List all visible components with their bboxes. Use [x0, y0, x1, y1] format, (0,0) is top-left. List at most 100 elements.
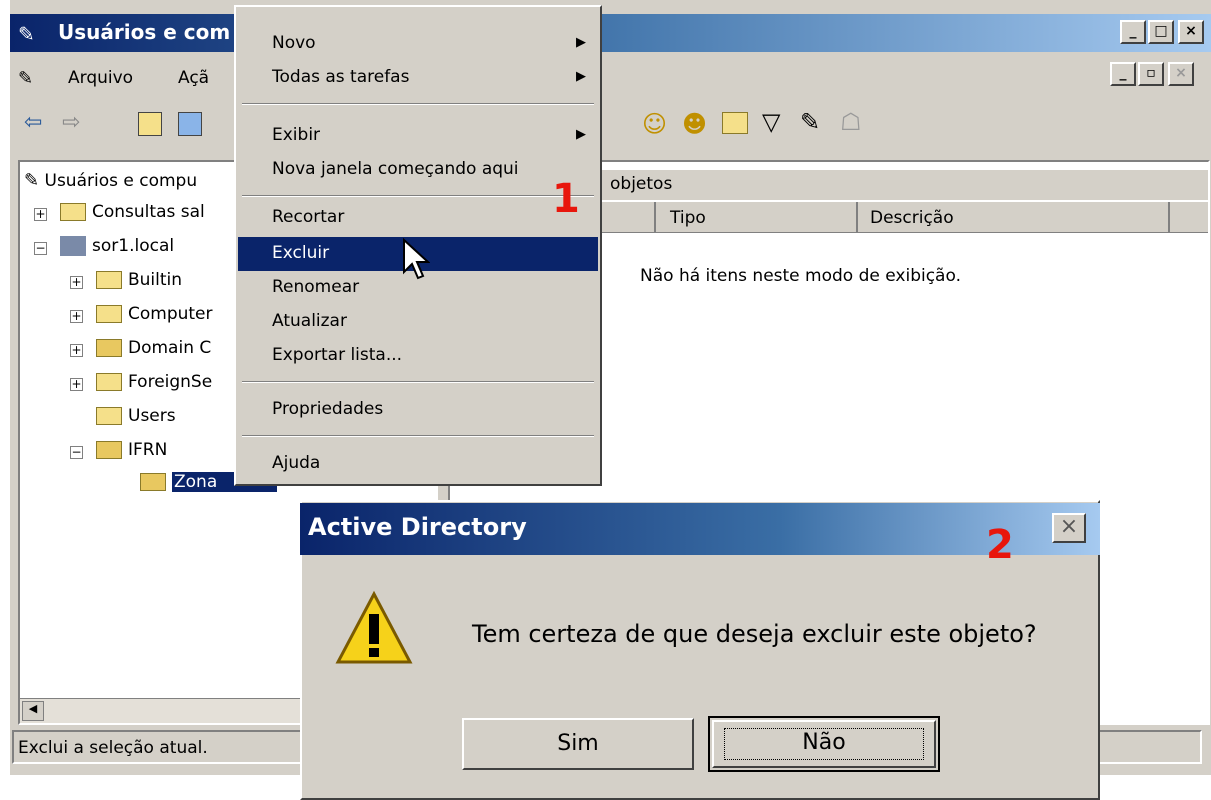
yes-button[interactable]: Sim	[462, 718, 694, 770]
folder-icon	[96, 407, 122, 425]
tree-label: Users	[128, 406, 176, 426]
minimize-button[interactable]: _	[1120, 20, 1146, 44]
tree-label: Domain C	[128, 338, 212, 358]
menu-label: Nova janela começando aqui	[272, 159, 519, 179]
warning-icon	[334, 590, 414, 671]
menu-label: Excluir	[272, 243, 330, 263]
folder-icon	[96, 305, 122, 323]
tree-label: Builtin	[128, 270, 183, 290]
expand-icon[interactable]: +	[70, 344, 83, 357]
toolbar: ⇦ ⇨ ☺ ☻ ▽ ✎ ☖	[10, 100, 1211, 150]
tree-item-computers[interactable]: Computer	[96, 304, 213, 324]
status-text: Exclui a seleção atual.	[18, 738, 208, 758]
tree-item-users[interactable]: Users	[96, 406, 176, 426]
menu-item-exibir[interactable]: Exibir ▶	[238, 119, 598, 153]
tree-root-label: Usuários e compu	[44, 171, 198, 191]
tree-item-domain-controllers[interactable]: Domain C	[96, 338, 211, 358]
menu-label: Novo	[272, 33, 316, 53]
scroll-left-arrow[interactable]: ◀	[22, 701, 44, 721]
menu-label: Atualizar	[272, 311, 347, 331]
ou-folder-icon	[96, 441, 122, 459]
new-user-icon[interactable]: ☺	[642, 110, 667, 138]
step-1-annotation: 1	[552, 176, 580, 222]
show-tree-icon[interactable]	[178, 112, 202, 136]
menu-separator	[242, 435, 594, 437]
menu-label: Ajuda	[272, 453, 321, 473]
menu-item-exportar[interactable]: Exportar lista...	[238, 339, 598, 373]
menu-separator	[242, 103, 594, 105]
dialog-close-button[interactable]: ×	[1052, 513, 1086, 543]
tree-label: Computer	[128, 304, 213, 324]
expand-icon[interactable]: +	[70, 276, 83, 289]
collapse-icon[interactable]: −	[34, 242, 47, 255]
menu-label: Renomear	[272, 277, 360, 297]
tree-item-consultas[interactable]: Consultas sal	[60, 202, 205, 222]
child-restore-button[interactable]: ▫	[1138, 62, 1164, 86]
folder-icon	[96, 373, 122, 391]
filter-icon[interactable]: ▽	[762, 108, 780, 136]
tree-item-foreign[interactable]: ForeignSe	[96, 372, 212, 392]
folder-icon	[60, 203, 86, 221]
menu-arquivo[interactable]: Arquivo	[68, 68, 133, 88]
menu-item-recortar[interactable]: Recortar	[238, 201, 598, 235]
dialog-title: Active Directory	[308, 513, 527, 541]
maximize-button[interactable]: □	[1148, 20, 1174, 44]
menu-label: Recortar	[272, 207, 345, 227]
tree-item-builtin[interactable]: Builtin	[96, 270, 182, 290]
menu-acao[interactable]: Açã	[178, 68, 209, 88]
app-icon: ✎	[18, 22, 35, 46]
menu-label: Propriedades	[272, 399, 384, 419]
tree-item-domain[interactable]: sor1.local	[60, 236, 174, 256]
new-group-icon[interactable]: ☻	[682, 110, 707, 138]
domain-icon	[60, 236, 86, 256]
tree-label: IFRN	[128, 440, 168, 460]
menubar: ✎ Arquivo Açã _ ▫ ×	[10, 56, 1211, 96]
close-icon: ×	[1059, 514, 1079, 539]
submenu-arrow-icon: ▶	[576, 127, 586, 142]
ou-folder-icon	[96, 339, 122, 357]
expand-icon[interactable]: +	[34, 208, 47, 221]
expand-icon[interactable]: +	[70, 378, 83, 391]
snapin-icon: ✎	[24, 170, 40, 191]
submenu-arrow-icon: ▶	[576, 35, 586, 50]
tree-label: sor1.local	[92, 236, 175, 256]
submenu-arrow-icon: ▶	[576, 69, 586, 84]
tree-item-ifrn[interactable]: IFRN	[96, 440, 167, 460]
close-button[interactable]: ×	[1178, 20, 1204, 44]
pane-header-text: objetos	[610, 174, 673, 194]
dialog-titlebar[interactable]: Active Directory ×	[300, 503, 1100, 555]
column-label: Tipo	[670, 208, 706, 228]
collapse-icon[interactable]: −	[70, 446, 83, 459]
column-label: Descrição	[870, 208, 954, 228]
menu-item-propriedades[interactable]: Propriedades	[238, 393, 598, 427]
ou-folder-icon	[140, 473, 166, 491]
find-icon[interactable]: ✎	[800, 108, 820, 136]
dialog-message: Tem certeza de que deseja excluir este o…	[472, 620, 1037, 648]
menu-item-nova-janela[interactable]: Nova janela começando aqui	[238, 153, 598, 187]
menu-item-todas-tarefas[interactable]: Todas as tarefas ▶	[238, 61, 598, 95]
menu-item-ajuda[interactable]: Ajuda	[238, 447, 598, 481]
menu-label: Todas as tarefas	[272, 67, 410, 87]
column-header-descricao[interactable]: Descrição	[858, 202, 1170, 232]
window-titlebar[interactable]: ✎ Usuários e com _ □ ×	[10, 14, 1211, 52]
menu-icon: ✎	[18, 68, 34, 89]
expand-icon[interactable]: +	[70, 310, 83, 323]
column-header-tipo[interactable]: Tipo	[656, 202, 858, 232]
empty-list-message: Não há itens neste modo de exibição.	[640, 266, 961, 286]
tree-root[interactable]: ✎ Usuários e compu	[24, 170, 197, 191]
forward-icon[interactable]: ⇨	[62, 110, 80, 135]
child-minimize-button[interactable]: _	[1110, 62, 1136, 86]
child-close-button[interactable]: ×	[1168, 62, 1194, 86]
no-button[interactable]: Não	[708, 716, 940, 772]
back-icon[interactable]: ⇦	[24, 110, 42, 135]
menu-separator	[242, 381, 594, 383]
up-folder-icon[interactable]	[138, 112, 162, 136]
new-ou-icon[interactable]	[722, 112, 748, 134]
no-button-label: Não	[802, 730, 846, 755]
menu-item-novo[interactable]: Novo ▶	[238, 27, 598, 61]
menu-item-atualizar[interactable]: Atualizar	[238, 305, 598, 339]
tree-label: ForeignSe	[128, 372, 213, 392]
menu-label: Exibir	[272, 125, 321, 145]
yes-button-label: Sim	[557, 731, 599, 756]
delegate-icon[interactable]: ☖	[840, 108, 862, 136]
